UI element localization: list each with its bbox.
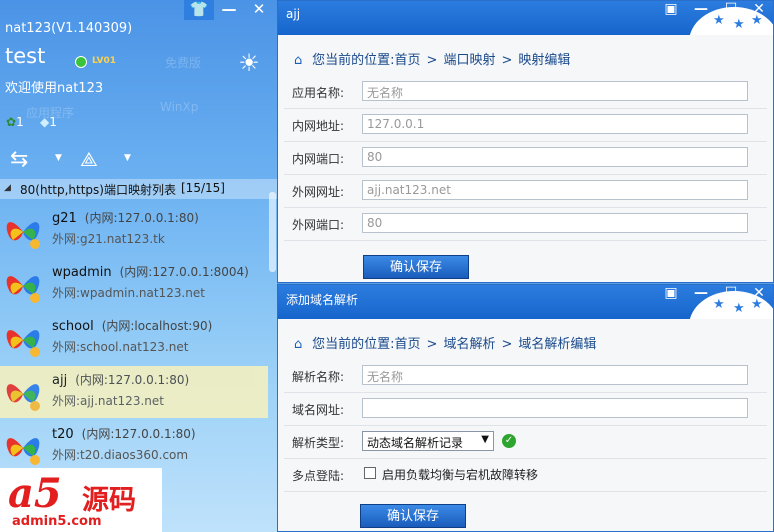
item-name: wpadmin (内网:127.0.0.1:8004) <box>52 265 249 280</box>
group-count: [15/15] <box>181 181 225 195</box>
logo-text: 源码 <box>82 485 136 516</box>
item-name: ajj (内网:127.0.0.1:80) <box>52 373 190 388</box>
stat-b: ◆1 <box>40 115 57 129</box>
save-button[interactable]: 确认保存 <box>360 504 466 528</box>
background-ghost-text: 免费版 <box>165 56 202 70</box>
stat-a: ✿1 <box>6 115 24 129</box>
field-row: 内网地址: 127.0.0.1 <box>284 108 767 142</box>
skin-icon[interactable]: 👕 <box>184 0 214 20</box>
maximize-button[interactable]: ☐ <box>718 285 744 303</box>
chevron-down-icon[interactable]: ▼ <box>55 153 62 163</box>
list-scrollbar[interactable] <box>269 180 276 480</box>
checkbox-label[interactable]: 启用负载均衡与宕机故障转移 <box>382 466 538 483</box>
minimize-button[interactable]: — <box>688 285 714 303</box>
butterfly-avatar-icon <box>6 276 40 303</box>
home-icon: ⌂ <box>294 337 303 352</box>
butterfly-avatar-icon <box>6 330 40 357</box>
domain-resolve-window: 添加域名解析 ★ ★ ★ ▣ — ☐ ✕ ⌂ 您当前的位置:首页 > 域名解析 > 域名解析… <box>277 284 774 532</box>
wan-url-input[interactable]: ajj.nat123.net <box>362 180 748 200</box>
close-button[interactable]: ✕ <box>746 285 772 303</box>
a5-logo: a5 源码 admin5.com <box>0 468 162 532</box>
chevron-down-icon: ◢ <box>4 183 11 193</box>
menu-icon[interactable]: ▣ <box>658 285 684 303</box>
username: test <box>5 44 46 68</box>
plant-icon: ✿ <box>6 115 17 129</box>
item-name: school (内网:localhost:90) <box>52 319 213 334</box>
domain-url-input[interactable] <box>362 398 748 418</box>
field-row: 解析名称: 无名称 <box>284 359 767 393</box>
field-row: 多点登陆: 启用负载均衡与宕机故障转移 <box>284 458 767 492</box>
wan-port-input[interactable]: 80 <box>362 213 748 233</box>
close-button[interactable]: ✕ <box>746 1 772 19</box>
window-titlebar[interactable]: ajj ★ ★ ★ ▣ — ☐ ✕ <box>278 1 773 35</box>
crumb-current: 域名解析编辑 <box>518 337 597 352</box>
field-row: 内网端口: 80 <box>284 141 767 175</box>
list-item-selected[interactable]: ajj (内网:127.0.0.1:80) 外网:ajj.nat123.net <box>0 366 268 418</box>
crumb-link[interactable]: 端口映射 <box>443 53 495 68</box>
sun-icon[interactable]: ☀ <box>236 50 262 76</box>
app-name-input[interactable]: 无名称 <box>362 81 748 101</box>
field-row: 域名网址: <box>284 392 767 426</box>
close-button[interactable]: ✕ <box>244 0 274 20</box>
crumb-home-link[interactable]: 首页 <box>395 337 421 352</box>
list-item[interactable]: t20 (内网:127.0.0.1:80) 外网:t20.diaos360.com <box>0 420 268 472</box>
field-row: 应用名称: 无名称 <box>284 75 767 109</box>
nat123-client: 👕 — ✕ nat123(V1.140309) test LV01 ☀ 欢迎使用… <box>0 0 277 532</box>
chevron-down-icon[interactable]: ▼ <box>124 153 131 163</box>
list-item[interactable]: g21 (内网:127.0.0.1:80) 外网:g21.nat123.tk <box>0 204 268 256</box>
group-label: 80(http,https)端口映射列表 <box>20 183 176 197</box>
field-row: 解析类型: 动态域名解析记录 ▼ ✓ <box>284 425 767 459</box>
menu-icon[interactable]: ▣ <box>658 1 684 19</box>
logo-url: admin5.com <box>12 514 102 529</box>
item-outer: 外网:ajj.nat123.net <box>52 394 164 408</box>
item-name: t20 (内网:127.0.0.1:80) <box>52 427 196 442</box>
network-icon[interactable]: ⟁ <box>80 147 98 171</box>
diamond-icon: ◆ <box>40 115 50 129</box>
resolve-name-input[interactable]: 无名称 <box>362 365 748 385</box>
field-row: 外网网址: ajj.nat123.net <box>284 174 767 208</box>
lan-port-input[interactable]: 80 <box>362 147 748 167</box>
home-icon: ⌂ <box>294 53 303 68</box>
item-outer: 外网:wpadmin.nat123.net <box>52 286 205 300</box>
crumb-current: 映射编辑 <box>518 53 571 68</box>
breadcrumb: ⌂ 您当前的位置:首页 > 域名解析 > 域名解析编辑 <box>294 337 597 352</box>
load-balance-checkbox[interactable] <box>364 467 376 479</box>
list-item[interactable]: wpadmin (内网:127.0.0.1:8004) 外网:wpadmin.na… <box>0 258 268 310</box>
verified-icon <box>75 56 87 68</box>
breadcrumb: ⌂ 您当前的位置:首页 > 端口映射 > 映射编辑 <box>294 53 571 68</box>
window-title: 添加域名解析 <box>286 293 359 307</box>
chevron-down-icon: ▼ <box>481 434 489 445</box>
level-badge: LV01 <box>92 56 116 66</box>
list-item[interactable]: school (内网:localhost:90) 外网:school.nat123… <box>0 312 268 364</box>
maximize-button[interactable]: ☐ <box>718 1 744 19</box>
resolve-type-select[interactable]: 动态域名解析记录 ▼ <box>362 431 494 451</box>
minimize-button[interactable]: — <box>214 0 244 20</box>
crumb-link[interactable]: 域名解析 <box>443 337 495 352</box>
app-title: nat123(V1.140309) <box>5 21 133 36</box>
window-title: ajj <box>286 7 301 21</box>
background-ghost-text: WinXp <box>160 100 199 114</box>
logo-mark: a5 <box>8 470 62 517</box>
check-icon: ✓ <box>502 434 516 448</box>
item-outer: 外网:t20.diaos360.com <box>52 448 189 462</box>
save-button[interactable]: 确认保存 <box>363 255 469 279</box>
item-outer: 外网:school.nat123.net <box>52 340 189 354</box>
minimize-button[interactable]: — <box>688 1 714 19</box>
field-row: 外网端口: 80 <box>284 207 767 241</box>
transfer-icon[interactable]: ⇆ <box>10 147 28 172</box>
scrollbar-thumb[interactable] <box>269 192 276 272</box>
lan-address-input[interactable]: 127.0.0.1 <box>362 114 748 134</box>
mapping-group-header[interactable]: ◢ 80(http,https)端口映射列表 [15/15] <box>0 179 277 199</box>
welcome-text: 欢迎使用nat123 <box>5 81 104 96</box>
crumb-home-link[interactable]: 首页 <box>395 53 421 68</box>
butterfly-avatar-icon <box>6 222 40 249</box>
window-titlebar[interactable]: 添加域名解析 ★ ★ ★ ▣ — ☐ ✕ <box>278 285 773 319</box>
item-name: g21 (内网:127.0.0.1:80) <box>52 211 199 226</box>
mapping-edit-window: ajj ★ ★ ★ ▣ — ☐ ✕ ⌂ 您当前的位置:首页 > 端口映射 > 映射编辑 应用… <box>277 0 774 283</box>
butterfly-avatar-icon <box>6 438 40 465</box>
butterfly-avatar-icon <box>6 384 40 411</box>
item-outer: 外网:g21.nat123.tk <box>52 232 165 246</box>
